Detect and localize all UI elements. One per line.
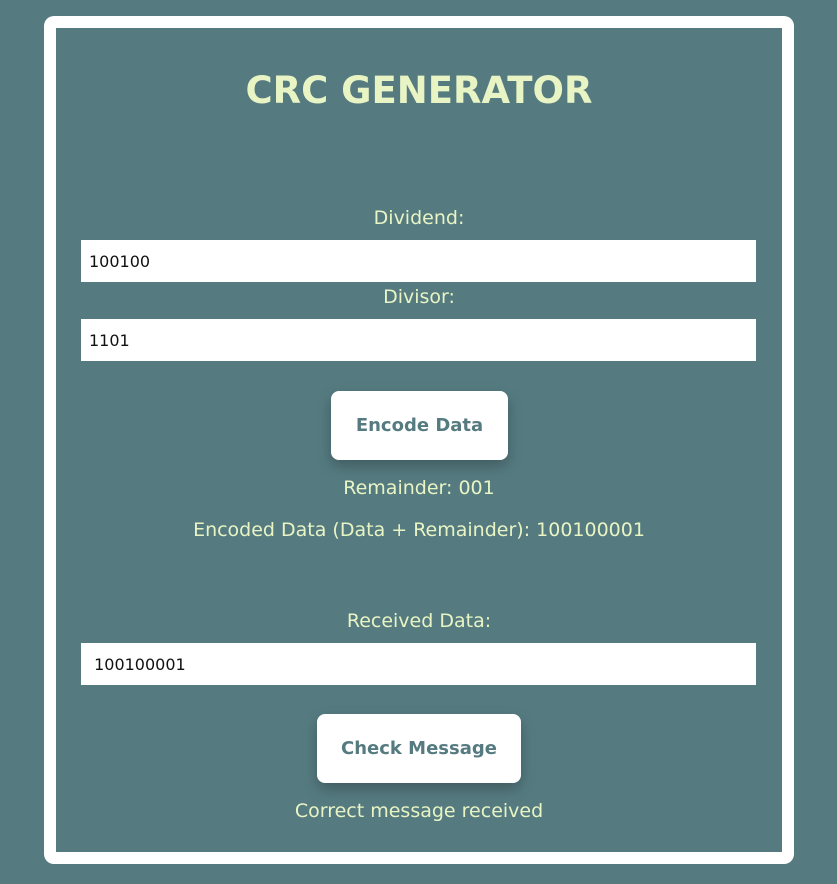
dividend-input[interactable] [81,240,756,282]
encoded-data-text: Encoded Data (Data + Remainder): 1001000… [193,519,645,541]
divisor-label: Divisor: [383,286,455,308]
check-result-text: Correct message received [294,800,544,822]
app-frame: CRC GENERATOR Dividend: Divisor: Encode … [44,16,794,864]
check-message-button[interactable]: Check Message [317,714,521,783]
crc-panel: CRC GENERATOR Dividend: Divisor: Encode … [56,28,782,852]
divisor-input[interactable] [81,319,756,361]
page-title: CRC GENERATOR [245,69,593,112]
remainder-text: Remainder: 001 [343,477,495,499]
dividend-label: Dividend: [373,207,465,229]
received-data-label: Received Data: [346,610,492,632]
received-data-input[interactable] [81,643,756,685]
encode-data-button[interactable]: Encode Data [331,391,508,460]
